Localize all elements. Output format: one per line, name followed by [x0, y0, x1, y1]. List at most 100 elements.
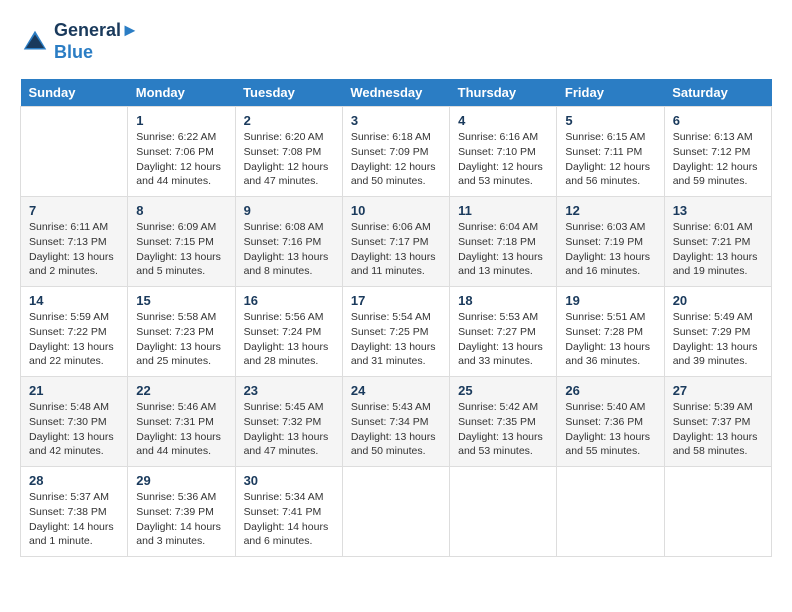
day-number: 11 [458, 203, 548, 218]
day-info: Sunrise: 6:16 AM Sunset: 7:10 PM Dayligh… [458, 130, 548, 189]
day-info: Sunrise: 5:56 AM Sunset: 7:24 PM Dayligh… [244, 310, 334, 369]
calendar-day-cell: 4 Sunrise: 6:16 AM Sunset: 7:10 PM Daylig… [450, 107, 557, 197]
calendar-week-row: 21Sunrise: 5:48 AM Sunset: 7:30 PM Dayli… [21, 377, 772, 467]
day-info: Sunrise: 5:40 AM Sunset: 7:36 PM Dayligh… [565, 400, 655, 459]
calendar-week-row: 1 Sunrise: 6:22 AM Sunset: 7:06 PM Daylig… [21, 107, 772, 197]
calendar-day-cell: 30Sunrise: 5:34 AM Sunset: 7:41 PM Dayli… [235, 467, 342, 557]
calendar-day-cell: 5 Sunrise: 6:15 AM Sunset: 7:11 PM Daylig… [557, 107, 664, 197]
day-info: Sunrise: 5:58 AM Sunset: 7:23 PM Dayligh… [136, 310, 226, 369]
day-info: Sunrise: 6:04 AM Sunset: 7:18 PM Dayligh… [458, 220, 548, 279]
calendar-day-cell: 1 Sunrise: 6:22 AM Sunset: 7:06 PM Daylig… [128, 107, 235, 197]
calendar-day-cell [557, 467, 664, 557]
day-info: Sunrise: 5:36 AM Sunset: 7:39 PM Dayligh… [136, 490, 226, 549]
calendar-day-cell: 29 Sunrise: 5:36 AM Sunset: 7:39 PM Dayli… [128, 467, 235, 557]
logo-icon [20, 27, 50, 57]
day-number: 17 [351, 293, 441, 308]
day-number: 27 [673, 383, 763, 398]
day-info: Sunrise: 6:09 AM Sunset: 7:15 PM Dayligh… [136, 220, 226, 279]
weekday-header-cell: Saturday [664, 79, 771, 107]
day-number: 20 [673, 293, 763, 308]
day-number: 14 [29, 293, 119, 308]
day-number: 23 [244, 383, 334, 398]
day-info: Sunrise: 6:22 AM Sunset: 7:06 PM Dayligh… [136, 130, 226, 189]
day-number: 30 [244, 473, 334, 488]
day-info: Sunrise: 6:01 AM Sunset: 7:21 PM Dayligh… [673, 220, 763, 279]
day-info: Sunrise: 5:39 AM Sunset: 7:37 PM Dayligh… [673, 400, 763, 459]
calendar-day-cell [664, 467, 771, 557]
calendar-day-cell: 19 Sunrise: 5:51 AM Sunset: 7:28 PM Dayli… [557, 287, 664, 377]
day-number: 8 [136, 203, 226, 218]
calendar-day-cell: 25 Sunrise: 5:42 AM Sunset: 7:35 PM Dayli… [450, 377, 557, 467]
calendar-day-cell [21, 107, 128, 197]
weekday-header-cell: Monday [128, 79, 235, 107]
calendar-day-cell: 9Sunrise: 6:08 AM Sunset: 7:16 PM Daylig… [235, 197, 342, 287]
day-number: 6 [673, 113, 763, 128]
day-number: 24 [351, 383, 441, 398]
day-number: 4 [458, 113, 548, 128]
weekday-header-cell: Thursday [450, 79, 557, 107]
calendar-day-cell: 22 Sunrise: 5:46 AM Sunset: 7:31 PM Dayli… [128, 377, 235, 467]
day-info: Sunrise: 5:42 AM Sunset: 7:35 PM Dayligh… [458, 400, 548, 459]
day-number: 28 [29, 473, 119, 488]
calendar-week-row: 14 Sunrise: 5:59 AM Sunset: 7:22 PM Dayli… [21, 287, 772, 377]
weekday-header-cell: Friday [557, 79, 664, 107]
day-number: 13 [673, 203, 763, 218]
calendar-day-cell [450, 467, 557, 557]
day-info: Sunrise: 6:06 AM Sunset: 7:17 PM Dayligh… [351, 220, 441, 279]
calendar-day-cell: 12Sunrise: 6:03 AM Sunset: 7:19 PM Dayli… [557, 197, 664, 287]
weekday-header-row: SundayMondayTuesdayWednesdayThursdayFrid… [21, 79, 772, 107]
day-number: 26 [565, 383, 655, 398]
day-number: 5 [565, 113, 655, 128]
calendar-body: 1 Sunrise: 6:22 AM Sunset: 7:06 PM Daylig… [21, 107, 772, 557]
day-number: 18 [458, 293, 548, 308]
day-number: 15 [136, 293, 226, 308]
calendar-day-cell: 14 Sunrise: 5:59 AM Sunset: 7:22 PM Dayli… [21, 287, 128, 377]
day-number: 25 [458, 383, 548, 398]
day-number: 7 [29, 203, 119, 218]
calendar-day-cell: 17 Sunrise: 5:54 AM Sunset: 7:25 PM Dayli… [342, 287, 449, 377]
weekday-header-cell: Wednesday [342, 79, 449, 107]
day-number: 16 [244, 293, 334, 308]
day-number: 3 [351, 113, 441, 128]
day-info: Sunrise: 6:08 AM Sunset: 7:16 PM Dayligh… [244, 220, 334, 279]
calendar-day-cell: 18 Sunrise: 5:53 AM Sunset: 7:27 PM Dayli… [450, 287, 557, 377]
day-info: Sunrise: 5:51 AM Sunset: 7:28 PM Dayligh… [565, 310, 655, 369]
calendar-day-cell: 15 Sunrise: 5:58 AM Sunset: 7:23 PM Dayli… [128, 287, 235, 377]
weekday-header-cell: Sunday [21, 79, 128, 107]
day-info: Sunrise: 6:15 AM Sunset: 7:11 PM Dayligh… [565, 130, 655, 189]
calendar-day-cell: 24 Sunrise: 5:43 AM Sunset: 7:34 PM Dayli… [342, 377, 449, 467]
day-info: Sunrise: 5:54 AM Sunset: 7:25 PM Dayligh… [351, 310, 441, 369]
calendar-day-cell: 2Sunrise: 6:20 AM Sunset: 7:08 PM Daylig… [235, 107, 342, 197]
calendar-day-cell: 7Sunrise: 6:11 AM Sunset: 7:13 PM Daylig… [21, 197, 128, 287]
calendar-day-cell: 3Sunrise: 6:18 AM Sunset: 7:09 PM Daylig… [342, 107, 449, 197]
day-number: 22 [136, 383, 226, 398]
logo-text: General► Blue [54, 20, 139, 63]
day-info: Sunrise: 5:43 AM Sunset: 7:34 PM Dayligh… [351, 400, 441, 459]
day-info: Sunrise: 5:53 AM Sunset: 7:27 PM Dayligh… [458, 310, 548, 369]
calendar-week-row: 28 Sunrise: 5:37 AM Sunset: 7:38 PM Dayli… [21, 467, 772, 557]
day-number: 12 [565, 203, 655, 218]
day-number: 1 [136, 113, 226, 128]
day-number: 21 [29, 383, 119, 398]
calendar-day-cell: 13 Sunrise: 6:01 AM Sunset: 7:21 PM Dayli… [664, 197, 771, 287]
day-number: 2 [244, 113, 334, 128]
page-header: General► Blue [20, 20, 772, 63]
calendar-day-cell: 6Sunrise: 6:13 AM Sunset: 7:12 PM Daylig… [664, 107, 771, 197]
day-info: Sunrise: 5:59 AM Sunset: 7:22 PM Dayligh… [29, 310, 119, 369]
calendar-week-row: 7Sunrise: 6:11 AM Sunset: 7:13 PM Daylig… [21, 197, 772, 287]
calendar-day-cell: 26 Sunrise: 5:40 AM Sunset: 7:36 PM Dayli… [557, 377, 664, 467]
day-number: 29 [136, 473, 226, 488]
calendar-table: SundayMondayTuesdayWednesdayThursdayFrid… [20, 79, 772, 557]
calendar-day-cell: 11 Sunrise: 6:04 AM Sunset: 7:18 PM Dayli… [450, 197, 557, 287]
calendar-day-cell [342, 467, 449, 557]
day-number: 19 [565, 293, 655, 308]
day-info: Sunrise: 5:45 AM Sunset: 7:32 PM Dayligh… [244, 400, 334, 459]
calendar-day-cell: 20 Sunrise: 5:49 AM Sunset: 7:29 PM Dayli… [664, 287, 771, 377]
calendar-day-cell: 27 Sunrise: 5:39 AM Sunset: 7:37 PM Dayli… [664, 377, 771, 467]
calendar-day-cell: 8 Sunrise: 6:09 AM Sunset: 7:15 PM Daylig… [128, 197, 235, 287]
calendar-day-cell: 10Sunrise: 6:06 AM Sunset: 7:17 PM Dayli… [342, 197, 449, 287]
day-info: Sunrise: 5:49 AM Sunset: 7:29 PM Dayligh… [673, 310, 763, 369]
logo: General► Blue [20, 20, 139, 63]
day-info: Sunrise: 5:46 AM Sunset: 7:31 PM Dayligh… [136, 400, 226, 459]
day-info: Sunrise: 5:37 AM Sunset: 7:38 PM Dayligh… [29, 490, 119, 549]
